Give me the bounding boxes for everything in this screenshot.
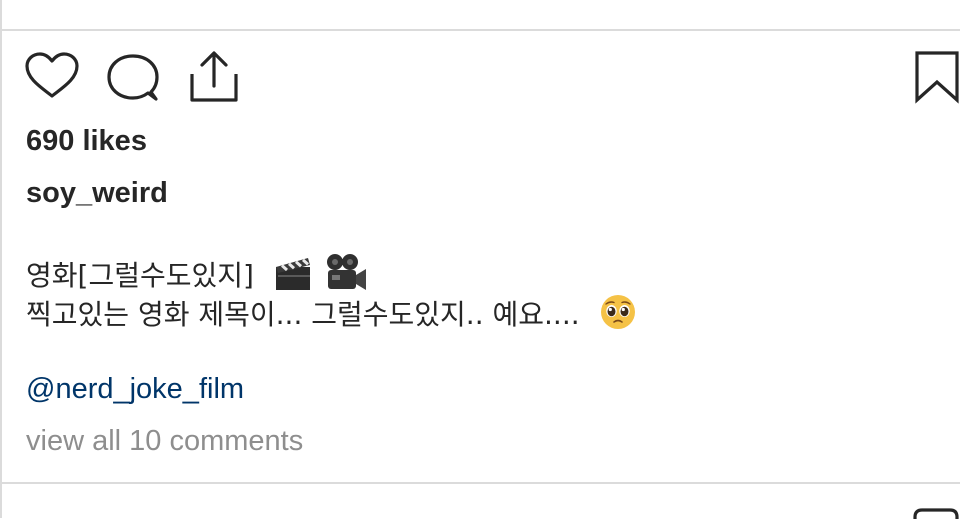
mention-link[interactable]: @nerd_joke_film: [26, 372, 244, 406]
top-divider: [0, 29, 960, 31]
caption-text-1: 영화[그럴수도있지]: [26, 259, 254, 292]
instagram-icon-partial: [912, 506, 960, 524]
view-all-comments-link[interactable]: view all 10 comments: [26, 424, 303, 458]
comment-bubble-icon[interactable]: [106, 53, 160, 103]
pleading-face-emoji: [599, 293, 637, 339]
heart-icon[interactable]: [24, 52, 80, 100]
bottom-divider: [0, 482, 960, 484]
bookmark-icon[interactable]: [914, 50, 960, 104]
post-username[interactable]: soy_weird: [26, 176, 168, 210]
caption-line-2: 찍고있는 영화 제목이... 그럴수도있지.. 예요....: [26, 293, 637, 339]
caption-text-2: 찍고있는 영화 제목이... 그럴수도있지.. 예요....: [26, 298, 580, 331]
share-upload-icon[interactable]: [188, 50, 240, 104]
like-count[interactable]: 690 likes: [26, 124, 147, 158]
